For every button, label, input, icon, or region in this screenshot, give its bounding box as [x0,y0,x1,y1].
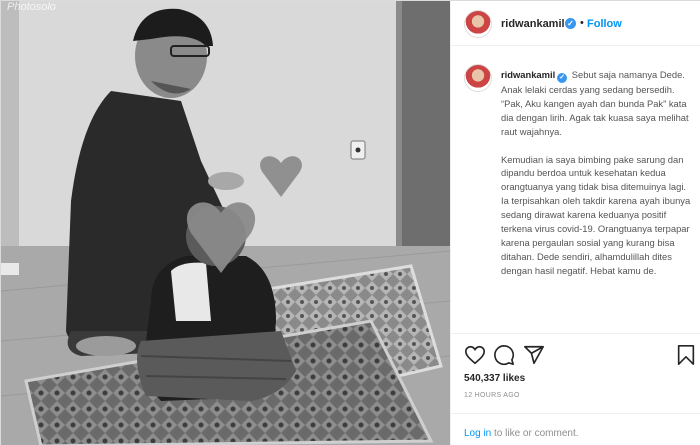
likes-count[interactable]: 540,337 likes [464,373,525,384]
instagram-post: Photosolo ridwankamil ✓ • Follow ridwank… [0,0,700,445]
post-header: ridwankamil ✓ • Follow [451,1,700,46]
post-caption: ridwankamil ✓ Sebut saja namanya Dede. An… [501,68,691,292]
caption-paragraph-2: Kemudian ia saya bimbing pake sarung dan… [501,153,691,276]
post-photo-image [1,1,450,445]
avatar[interactable] [464,10,492,38]
bookmark-icon[interactable] [675,344,697,366]
verified-badge-icon: ✓ [557,73,568,83]
header-username[interactable]: ridwankamil [501,18,565,30]
caption-username[interactable]: ridwankamil [501,69,555,80]
comment-icon[interactable] [493,344,515,366]
photo-watermark: Photosolo [7,1,56,13]
post-actions: 540,337 likes 12 HOURS AGO Log in to lik… [451,333,700,443]
login-link[interactable]: Log in [464,428,491,439]
login-prompt: Log in to like or comment. [451,413,700,444]
caption-avatar[interactable] [464,64,492,92]
share-icon[interactable] [523,344,545,366]
separator-dot: • [580,17,584,29]
post-timestamp[interactable]: 12 HOURS AGO [464,392,520,399]
heart-icon[interactable] [464,344,486,366]
comments-area[interactable]: ridwankamil ✓ Sebut saja namanya Dede. An… [451,47,700,333]
post-photo[interactable]: Photosolo [1,1,450,445]
login-prompt-text: to like or comment. [491,428,579,439]
follow-button[interactable]: Follow [587,18,622,30]
post-side-panel: ridwankamil ✓ • Follow ridwankamil ✓ Sebu… [450,1,700,445]
verified-badge-icon: ✓ [565,18,576,29]
